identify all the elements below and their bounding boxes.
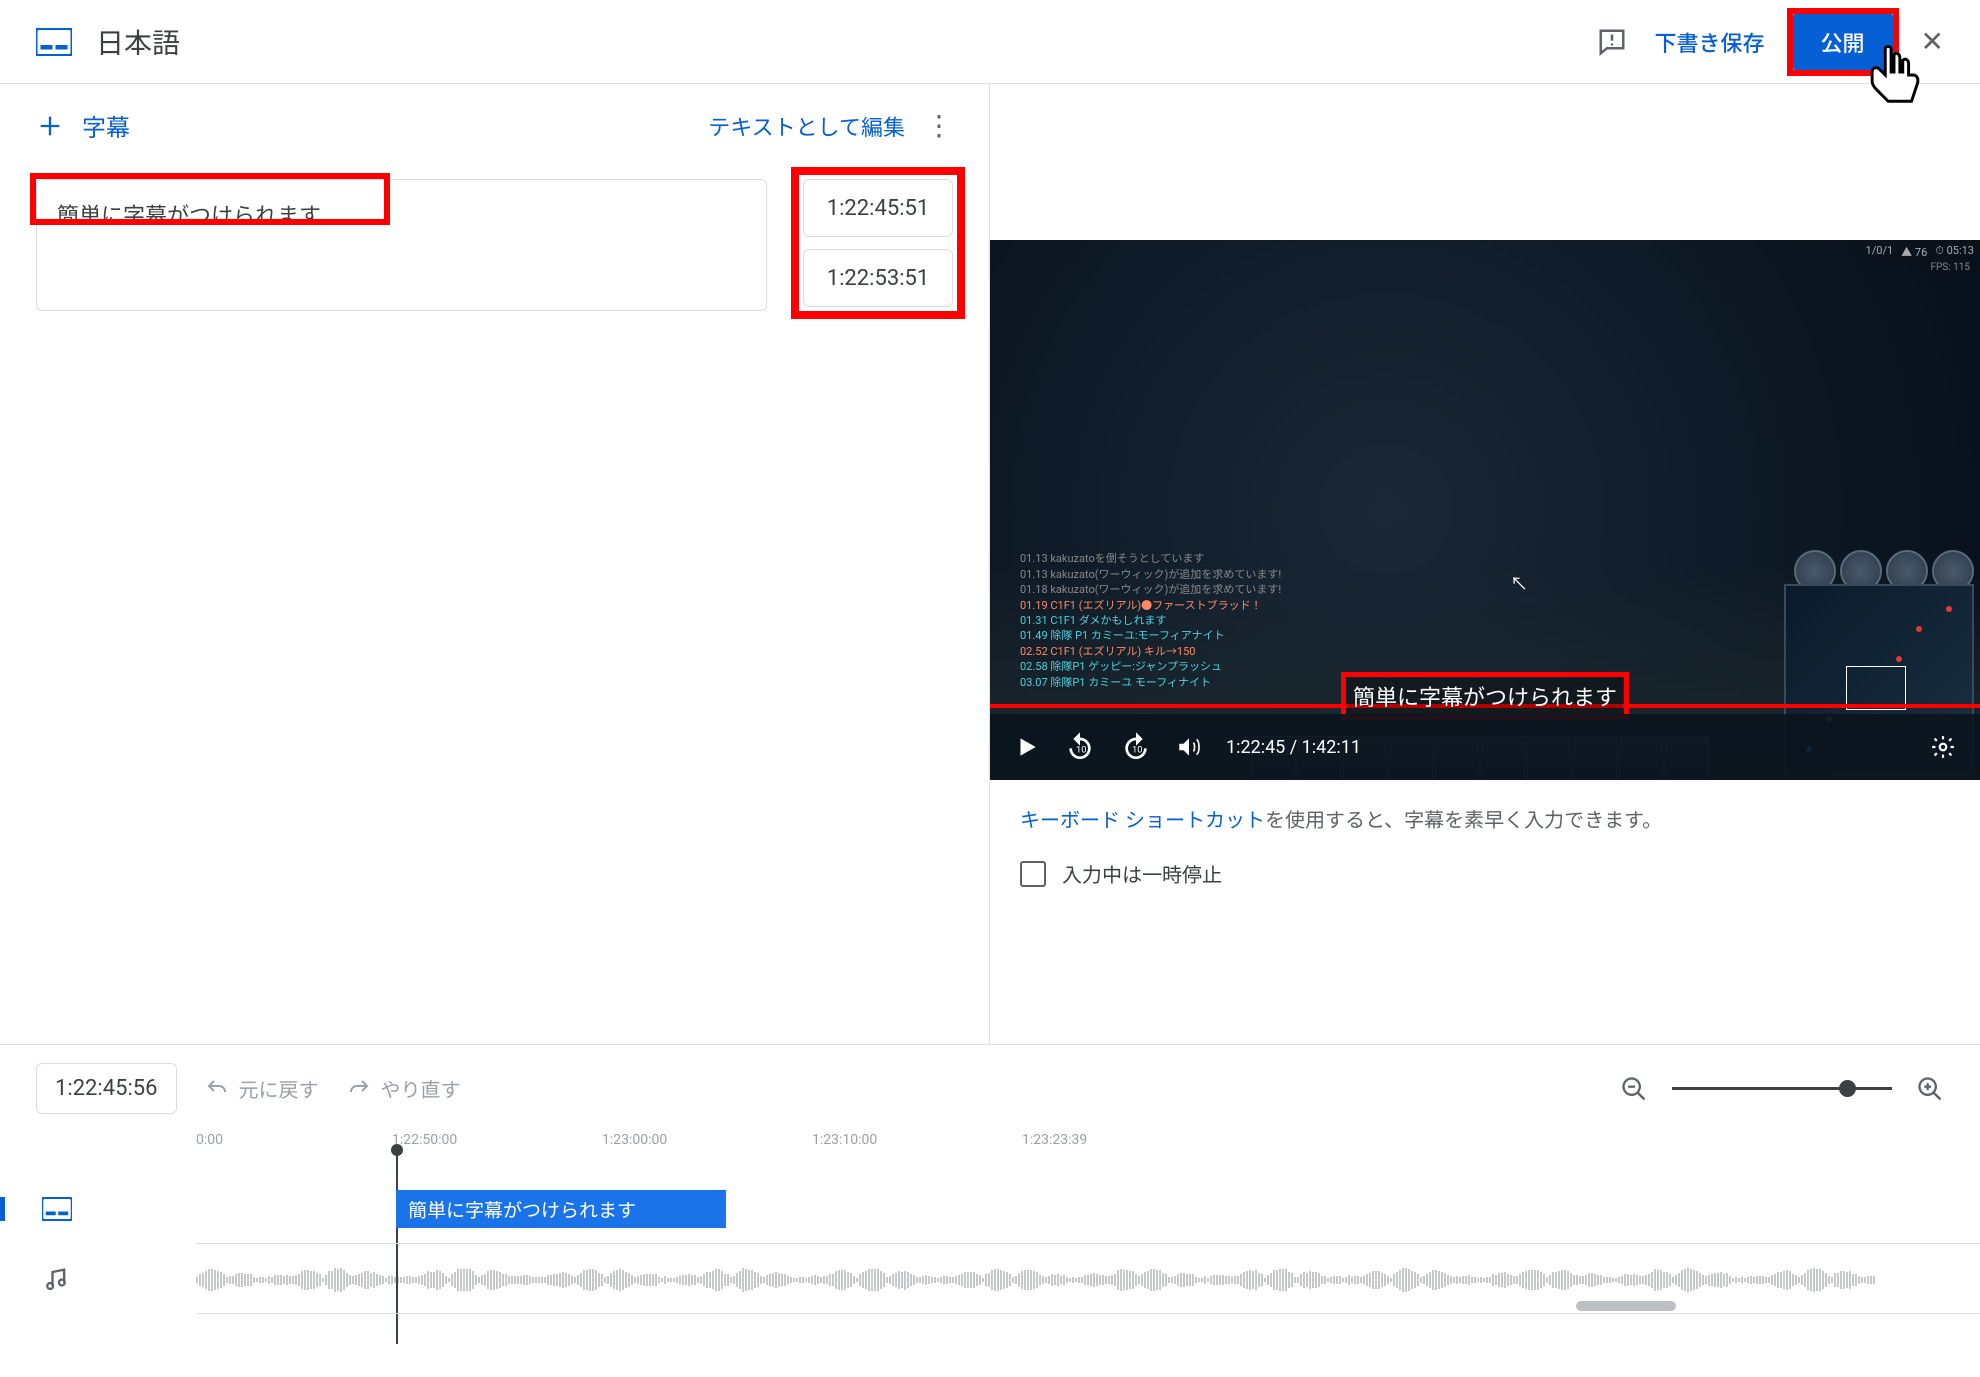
subtitle-icon: [42, 1197, 72, 1221]
caption-text-wrap: 簡単に字幕がつけられます: [36, 179, 767, 311]
mouse-cursor-icon: ↖: [1510, 570, 1528, 596]
volume-icon[interactable]: [1176, 734, 1202, 760]
hint-rest: を使用すると、字幕を素早く入力できます。: [1265, 808, 1662, 832]
language-title: 日本語: [96, 22, 180, 62]
header-right: 下書き保存 公開 ✕: [1597, 14, 1945, 70]
pause-checkbox[interactable]: [1020, 861, 1046, 887]
toolbar-right: テキストとして編集 ⋮: [708, 109, 953, 142]
menu-dots-icon[interactable]: ⋮: [925, 109, 953, 142]
close-button[interactable]: ✕: [1921, 25, 1944, 58]
keyboard-shortcut-link[interactable]: キーボード ショートカット: [1020, 808, 1265, 832]
header: 日本語 下書き保存 公開 ✕: [0, 0, 1980, 84]
zoom-slider-thumb[interactable]: [1839, 1080, 1856, 1097]
video-fps: FPS: 115: [1930, 262, 1970, 273]
ruler-mark: 1:23:23:39: [1022, 1132, 1087, 1148]
waveform: [196, 1268, 1980, 1292]
main: 字幕 テキストとして編集 ⋮ 簡単に字幕がつけられます: [0, 84, 1980, 1044]
video-controls: 10 10 1:22:45 / 1:42:11: [990, 714, 1980, 780]
caption-clip[interactable]: 簡単に字幕がつけられます: [396, 1190, 726, 1228]
playhead-handle[interactable]: [391, 1144, 403, 1156]
feedback-icon[interactable]: [1597, 27, 1627, 57]
audio-track-icon[interactable]: [0, 1265, 196, 1293]
redo-button[interactable]: やり直す: [347, 1074, 461, 1103]
timeline-time-input[interactable]: 1:22:45:56: [36, 1063, 177, 1114]
video-chat-log: 01.13 kakuzatoを倒そうとしています01.13 kakuzato(ワ…: [1020, 551, 1281, 690]
start-time-input[interactable]: [803, 179, 953, 237]
add-caption-label: 字幕: [82, 108, 130, 143]
redo-icon: [347, 1077, 371, 1101]
music-note-icon: [42, 1265, 70, 1293]
edit-as-text-button[interactable]: テキストとして編集: [708, 110, 905, 142]
rewind-10-icon[interactable]: 10: [1064, 731, 1096, 763]
forward-10-icon[interactable]: 10: [1120, 731, 1152, 763]
right-panel: 1/0/1 ▲ 76 ⏱ 05:13 FPS: 115 01.13 kakuza…: [990, 84, 1980, 1044]
undo-label: 元に戻す: [239, 1074, 319, 1103]
caption-track-content[interactable]: 簡単に字幕がつけられます: [196, 1174, 1980, 1244]
ruler-mark: 0:00: [196, 1132, 223, 1148]
time-column: [803, 179, 953, 307]
pause-while-typing-row: 入力中は一時停止: [990, 839, 1980, 908]
plus-icon: [36, 112, 64, 140]
end-time-input[interactable]: [803, 249, 953, 307]
timeline-tracks: 簡単に字幕がつけられます: [0, 1174, 1980, 1314]
caption-track: 簡単に字幕がつけられます: [0, 1174, 1980, 1244]
ruler-mark: 1:23:00:00: [602, 1132, 667, 1148]
timeline-toolbar: 1:22:45:56 元に戻す やり直す: [0, 1045, 1980, 1132]
timeline-toolbar-left: 1:22:45:56 元に戻す やり直す: [36, 1063, 461, 1114]
publish-button[interactable]: 公開: [1793, 14, 1893, 70]
play-icon[interactable]: [1014, 734, 1040, 760]
left-panel: 字幕 テキストとして編集 ⋮ 簡単に字幕がつけられます: [0, 84, 990, 1044]
zoom-in-icon[interactable]: [1916, 1075, 1944, 1103]
undo-icon: [205, 1077, 229, 1101]
subtitle-icon: [36, 28, 72, 56]
caption-row: 簡単に字幕がつけられます: [36, 179, 953, 311]
audio-track: [0, 1244, 1980, 1314]
add-caption-button[interactable]: 字幕: [36, 108, 130, 143]
caption-overlay: 簡単に字幕がつけられます: [1347, 678, 1623, 714]
redo-label: やり直す: [381, 1074, 461, 1103]
hint-text: キーボード ショートカットを使用すると、字幕を素早く入力できます。: [990, 780, 1980, 839]
zoom-slider[interactable]: [1672, 1087, 1892, 1090]
header-left: 日本語: [36, 22, 180, 62]
left-toolbar: 字幕 テキストとして編集 ⋮: [36, 108, 953, 143]
svg-text:10: 10: [1132, 744, 1143, 755]
video-time-display: 1:22:45 / 1:42:11: [1226, 737, 1361, 758]
timeline: 1:22:45:56 元に戻す やり直す 0:00 1:22:50:00 1:2…: [0, 1044, 1980, 1377]
caption-text-input[interactable]: 簡単に字幕がつけられます: [36, 179, 767, 311]
zoom-out-icon[interactable]: [1620, 1075, 1648, 1103]
undo-button[interactable]: 元に戻す: [205, 1074, 319, 1103]
gear-icon[interactable]: [1930, 734, 1956, 760]
highlight-box: [1341, 672, 1629, 720]
svg-text:10: 10: [1076, 744, 1087, 755]
ruler-mark: 1:23:10:00: [812, 1132, 877, 1148]
scroll-indicator[interactable]: [1576, 1301, 1676, 1311]
caption-track-icon[interactable]: [0, 1197, 196, 1221]
video-preview[interactable]: 1/0/1 ▲ 76 ⏱ 05:13 FPS: 115 01.13 kakuza…: [990, 240, 1980, 780]
timeline-toolbar-right: [1620, 1075, 1944, 1103]
pause-checkbox-label: 入力中は一時停止: [1062, 859, 1222, 888]
publish-wrap: 公開: [1793, 14, 1893, 70]
video-hud: 1/0/1 ▲ 76 ⏱ 05:13: [1866, 244, 1974, 260]
save-draft-button[interactable]: 下書き保存: [1655, 26, 1765, 58]
timeline-ruler[interactable]: 0:00 1:22:50:00 1:23:00:00 1:23:10:00 1:…: [196, 1132, 1944, 1174]
audio-track-content[interactable]: [196, 1244, 1980, 1314]
